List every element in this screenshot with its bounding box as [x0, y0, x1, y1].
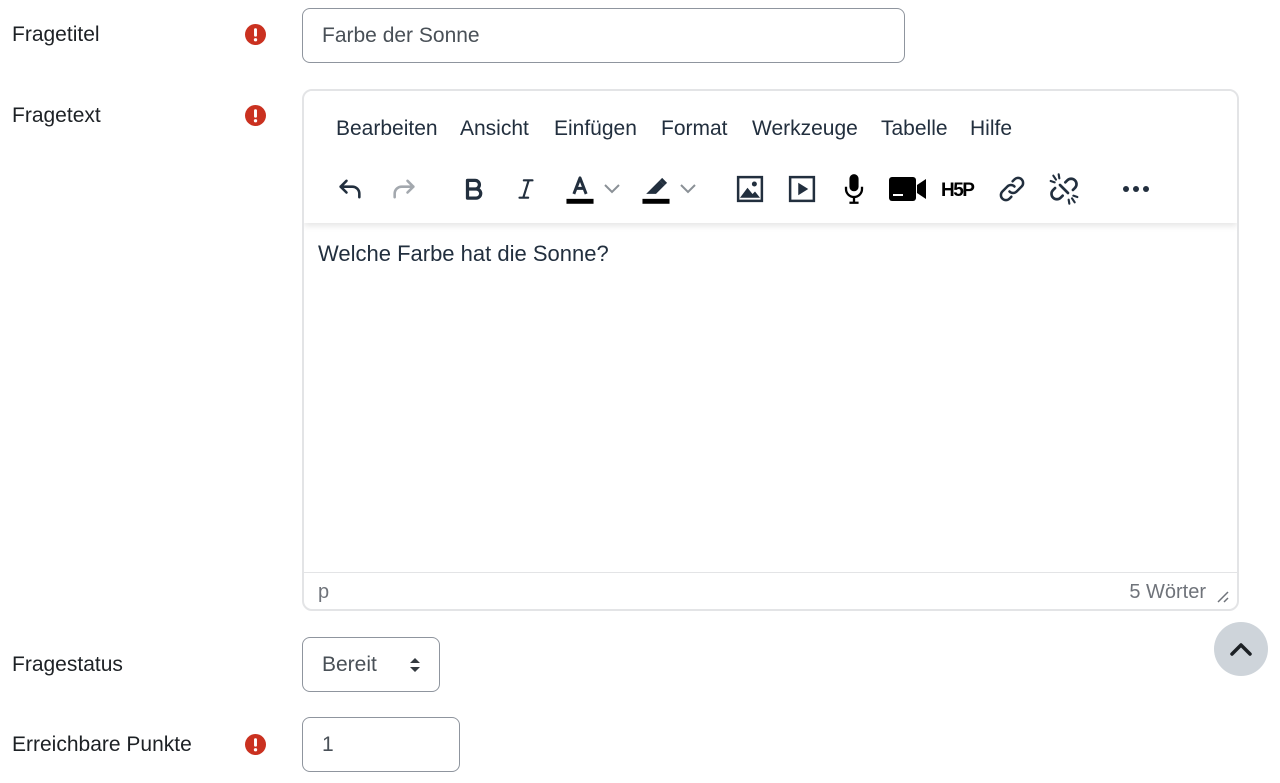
unlink-icon [1049, 173, 1079, 205]
redo-icon [393, 179, 415, 199]
menu-view[interactable]: Ansicht [460, 117, 529, 141]
required-icon [245, 734, 266, 755]
resize-handle-icon[interactable] [1215, 589, 1229, 603]
question-title-input[interactable]: Farbe der Sonne [302, 8, 905, 63]
unlink-button[interactable] [1046, 171, 1082, 207]
chevron-down-icon [604, 184, 620, 194]
record-audio-button[interactable] [838, 171, 870, 207]
text-color-icon [566, 176, 594, 204]
h5p-button[interactable]: H5P [940, 171, 980, 207]
chevron-up-icon [1230, 643, 1252, 656]
menu-table[interactable]: Tabelle [881, 117, 948, 141]
question-status-label: Fragestatus [12, 653, 123, 676]
editor-header: Bearbeiten Ansicht Einfügen Format Werkz… [304, 91, 1237, 223]
element-path[interactable]: p [318, 581, 329, 604]
menu-format[interactable]: Format [661, 117, 728, 141]
question-status-select[interactable]: Bereit [302, 637, 440, 692]
required-icon [245, 24, 266, 45]
more-button[interactable] [1118, 171, 1154, 207]
max-points-input[interactable]: 1 [302, 717, 460, 772]
max-points-label: Erreichbare Punkte [12, 733, 192, 756]
rich-text-editor: Bearbeiten Ansicht Einfügen Format Werkz… [302, 89, 1239, 611]
menu-edit[interactable]: Bearbeiten [336, 117, 438, 141]
record-audio-icon [844, 174, 864, 204]
redo-button[interactable] [386, 171, 422, 207]
menu-insert[interactable]: Einfügen [554, 117, 637, 141]
undo-button[interactable] [332, 171, 368, 207]
link-icon [999, 176, 1025, 202]
h5p-icon: H5P [941, 180, 977, 201]
highlight-color-button[interactable] [638, 171, 700, 207]
editor-statusbar: p 5 Wörter [304, 572, 1237, 609]
record-video-button[interactable] [888, 171, 928, 207]
media-button[interactable] [784, 171, 820, 207]
chevron-down-icon [680, 184, 696, 194]
image-button[interactable] [732, 171, 768, 207]
italic-button[interactable] [508, 171, 544, 207]
image-icon [736, 175, 764, 203]
word-count[interactable]: 5 Wörter [1129, 581, 1206, 604]
link-button[interactable] [994, 171, 1030, 207]
back-to-top-button[interactable] [1214, 622, 1268, 676]
record-video-icon [889, 177, 926, 201]
highlight-color-icon [642, 177, 670, 204]
bold-button[interactable] [456, 171, 492, 207]
h5p-label: H5P [941, 180, 975, 201]
bold-icon [465, 178, 483, 200]
required-icon [245, 105, 266, 126]
editor-content[interactable]: Welche Farbe hat die Sonne? [318, 241, 609, 267]
more-icon [1123, 186, 1149, 192]
menu-help[interactable]: Hilfe [970, 117, 1012, 141]
text-color-button[interactable] [562, 171, 624, 207]
menu-tools[interactable]: Werkzeuge [752, 117, 858, 141]
question-text-label: Fragetext [12, 104, 101, 127]
question-title-label: Fragetitel [12, 23, 100, 46]
italic-icon [518, 179, 534, 199]
select-arrows-icon [410, 658, 420, 672]
undo-icon [339, 179, 361, 199]
question-status-value: Bereit [322, 653, 377, 676]
media-icon [788, 175, 816, 203]
